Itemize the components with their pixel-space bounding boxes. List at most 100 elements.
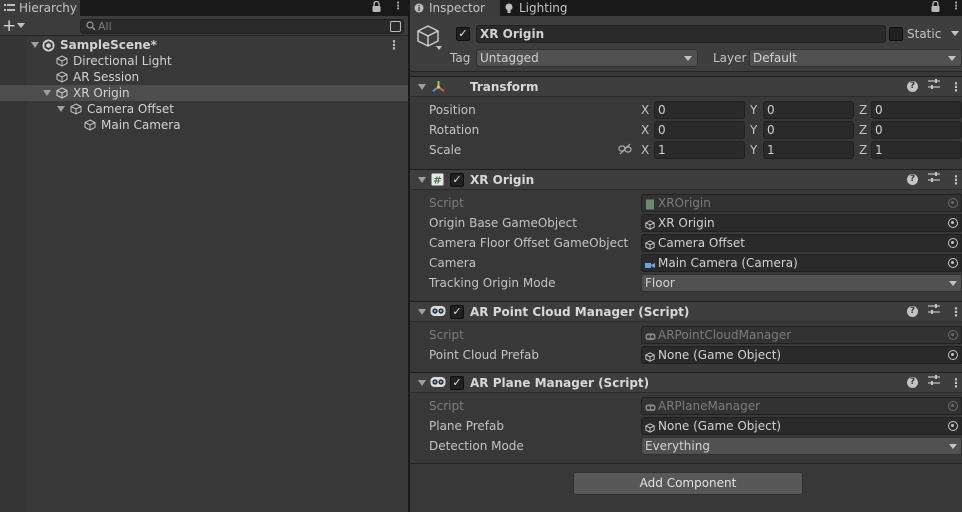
component-enabled-checkbox[interactable]: ✓ <box>450 305 464 319</box>
active-checkbox[interactable]: ✓ <box>456 27 470 41</box>
point-cloud-header[interactable]: ✓ AR Point Cloud Manager (Script) ? ⋮ <box>410 301 962 322</box>
script-field: ARPlaneManager <box>641 397 962 415</box>
tracking-mode-dropdown[interactable]: Floor <box>641 274 962 292</box>
script-value: XROrigin <box>658 196 711 210</box>
kebab-icon[interactable]: ⋮ <box>951 1 961 12</box>
list-item[interactable]: Camera Offset <box>0 101 408 117</box>
help-icon[interactable]: ? <box>907 81 918 92</box>
scale-x-field[interactable]: 1 <box>654 141 745 159</box>
fold-arrow-icon[interactable] <box>31 42 39 48</box>
script-value: ARPointCloudManager <box>658 328 792 342</box>
add-object-button[interactable]: + <box>2 16 16 36</box>
origin-value: XR Origin <box>658 216 715 230</box>
tag-dropdown[interactable]: Untagged <box>476 49 698 67</box>
hierarchy-search[interactable] <box>80 19 404 34</box>
position-z-field[interactable]: 0 <box>871 101 962 119</box>
target-icon[interactable] <box>948 258 958 268</box>
tab-lighting[interactable]: Lighting <box>500 0 590 16</box>
rotation-label: Rotation <box>429 123 480 137</box>
object-name-field[interactable]: XR Origin <box>476 25 886 43</box>
kebab-icon[interactable]: ⋮ <box>950 373 962 393</box>
link-icon[interactable] <box>618 143 632 158</box>
help-icon[interactable]: ? <box>907 174 918 185</box>
rotation-x-field[interactable]: 0 <box>654 121 745 139</box>
detection-mode-dropdown[interactable]: Everything <box>641 437 962 455</box>
offset-field[interactable]: Camera Offset <box>641 234 962 252</box>
list-item[interactable]: Directional Light <box>0 53 408 69</box>
fold-arrow-icon[interactable] <box>418 309 426 315</box>
scene-name: SampleScene* <box>60 38 157 52</box>
kebab-icon[interactable]: ⋮ <box>950 170 962 190</box>
target-icon[interactable] <box>948 218 958 228</box>
sliders-icon[interactable] <box>928 171 940 187</box>
script-label: Script <box>429 328 464 342</box>
sliders-icon[interactable] <box>928 374 940 390</box>
list-item[interactable]: Main Camera <box>0 117 408 133</box>
axes-icon <box>431 79 446 94</box>
inspector-panel: Inspector Lighting ⋮ ✓ XR Origin Static … <box>410 0 962 512</box>
list-item[interactable]: XR Origin <box>0 85 408 101</box>
chevron-down-icon[interactable] <box>436 46 442 50</box>
axis-x-label: X <box>641 103 650 117</box>
unity-scene-icon <box>42 39 55 52</box>
component-enabled-checkbox[interactable]: ✓ <box>450 376 464 390</box>
tab-hierarchy[interactable]: Hierarchy <box>0 0 80 16</box>
point-cloud-prefab-field[interactable]: None (Game Object) <box>641 346 962 364</box>
scene-row[interactable]: SampleScene* ⋮ <box>0 37 408 53</box>
static-checkbox[interactable] <box>889 27 903 41</box>
cube-icon <box>645 238 655 250</box>
search-input[interactable] <box>98 20 378 33</box>
position-x-field[interactable]: 0 <box>654 101 745 119</box>
position-y-field[interactable]: 0 <box>763 101 854 119</box>
info-icon <box>414 3 425 13</box>
list-item-label: XR Origin <box>73 86 130 100</box>
xr-origin-header[interactable]: # ✓ XR Origin ? ⋮ <box>410 169 962 190</box>
fold-arrow-icon[interactable] <box>57 106 65 112</box>
transform-header[interactable]: Transform ? ⋮ <box>410 76 962 97</box>
scale-z-field[interactable]: 1 <box>871 141 962 159</box>
target-icon[interactable] <box>948 238 958 248</box>
camera-label: Camera <box>429 256 477 270</box>
help-icon[interactable]: ? <box>907 377 918 388</box>
lock-icon[interactable] <box>931 0 940 15</box>
list-item-label: Main Camera <box>101 118 181 132</box>
fold-arrow-icon[interactable] <box>418 84 426 90</box>
kebab-icon[interactable]: ⋮ <box>950 77 962 97</box>
fold-arrow-icon[interactable] <box>418 380 426 386</box>
scene-kebab-icon[interactable]: ⋮ <box>388 37 400 53</box>
rotation-z-field[interactable]: 0 <box>871 121 962 139</box>
component-enabled-checkbox[interactable]: ✓ <box>450 173 464 187</box>
axis-x-label: X <box>641 143 650 157</box>
script-value: ARPlaneManager <box>658 399 761 413</box>
rotation-y-field[interactable]: 0 <box>763 121 854 139</box>
list-icon <box>4 3 15 13</box>
origin-label: Origin Base GameObject <box>429 216 577 230</box>
list-item[interactable]: AR Session <box>0 69 408 85</box>
sliders-icon[interactable] <box>928 303 940 319</box>
tab-inspector[interactable]: Inspector <box>410 0 500 16</box>
origin-field[interactable]: XR Origin <box>641 214 962 232</box>
chevron-down-icon[interactable] <box>17 23 25 28</box>
sliders-icon[interactable] <box>928 78 940 94</box>
hash-icon: # <box>431 173 446 188</box>
layer-dropdown[interactable]: Default <box>749 49 962 67</box>
scale-y-field[interactable]: 1 <box>763 141 854 159</box>
target-icon[interactable] <box>948 350 958 360</box>
camera-field[interactable]: Main Camera (Camera) <box>641 254 962 272</box>
fold-arrow-icon[interactable] <box>43 90 51 96</box>
plane-prefab-field[interactable]: None (Game Object) <box>641 417 962 435</box>
plane-manager-header[interactable]: ✓ AR Plane Manager (Script) ? ⋮ <box>410 372 962 393</box>
add-component-button[interactable]: Add Component <box>573 472 803 495</box>
list-item-label: AR Session <box>73 70 140 84</box>
lock-icon[interactable] <box>372 0 381 15</box>
static-dropdown[interactable] <box>946 25 962 43</box>
kebab-icon[interactable]: ⋮ <box>393 1 403 12</box>
help-icon[interactable]: ? <box>907 306 918 317</box>
cube-icon <box>645 350 655 362</box>
axis-y-label: Y <box>750 143 758 157</box>
kebab-icon[interactable]: ⋮ <box>950 302 962 322</box>
component-title: AR Point Cloud Manager (Script) <box>470 305 690 319</box>
fold-arrow-icon[interactable] <box>418 177 426 183</box>
target-icon[interactable] <box>948 421 958 431</box>
search-scene-icon[interactable] <box>390 21 401 32</box>
